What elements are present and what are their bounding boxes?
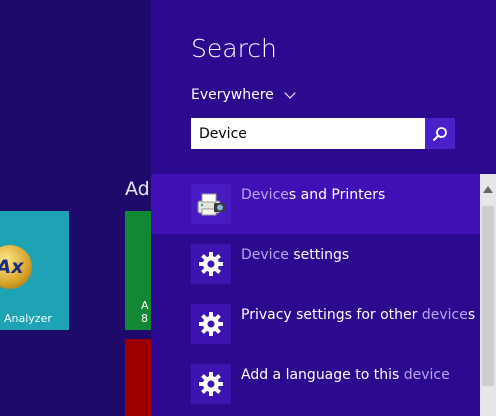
gear-icon bbox=[191, 244, 231, 284]
search-box bbox=[191, 118, 455, 149]
arrow-up-icon bbox=[483, 185, 493, 193]
tile-name: Analyzer bbox=[4, 312, 52, 325]
scroll-thumb[interactable] bbox=[482, 206, 494, 386]
search-title: Search bbox=[191, 34, 277, 63]
result-label: Devices and Printers bbox=[241, 187, 386, 203]
devices-and-printers-icon bbox=[191, 184, 231, 224]
result-label: Add a language to this device bbox=[241, 367, 450, 383]
results-scrollbar[interactable] bbox=[480, 174, 496, 416]
search-icon bbox=[432, 126, 447, 141]
result-privacy-settings[interactable]: Privacy settings for other devices bbox=[151, 294, 480, 354]
tile-group-label: Ad bbox=[125, 178, 150, 200]
result-label: Privacy settings for other devices bbox=[241, 307, 476, 323]
scope-label: Everywhere bbox=[191, 87, 274, 103]
search-input[interactable] bbox=[191, 118, 425, 149]
result-device-settings[interactable]: Device settings bbox=[151, 234, 480, 294]
analyzer-logo-icon: Ax bbox=[0, 245, 32, 289]
app-tile[interactable] bbox=[125, 339, 151, 416]
app-tile[interactable]: A 8 bbox=[125, 211, 151, 330]
analyzer-tile[interactable]: Ax Analyzer bbox=[0, 211, 69, 330]
result-devices-and-printers[interactable]: Devices and Printers bbox=[151, 174, 480, 234]
result-add-language[interactable]: Add a language to this device bbox=[151, 354, 480, 414]
search-panel: Search Everywhere Device Devices and Pri… bbox=[151, 0, 496, 416]
chevron-down-icon bbox=[284, 87, 296, 99]
gear-icon bbox=[191, 364, 231, 404]
gear-icon bbox=[191, 304, 231, 344]
search-scope-dropdown[interactable]: Everywhere bbox=[191, 87, 296, 103]
result-label: Device settings bbox=[241, 247, 350, 263]
search-results: Devices and Printers Device settings Pri… bbox=[151, 174, 480, 414]
scroll-up-button[interactable] bbox=[480, 174, 496, 204]
search-button[interactable] bbox=[425, 118, 455, 149]
